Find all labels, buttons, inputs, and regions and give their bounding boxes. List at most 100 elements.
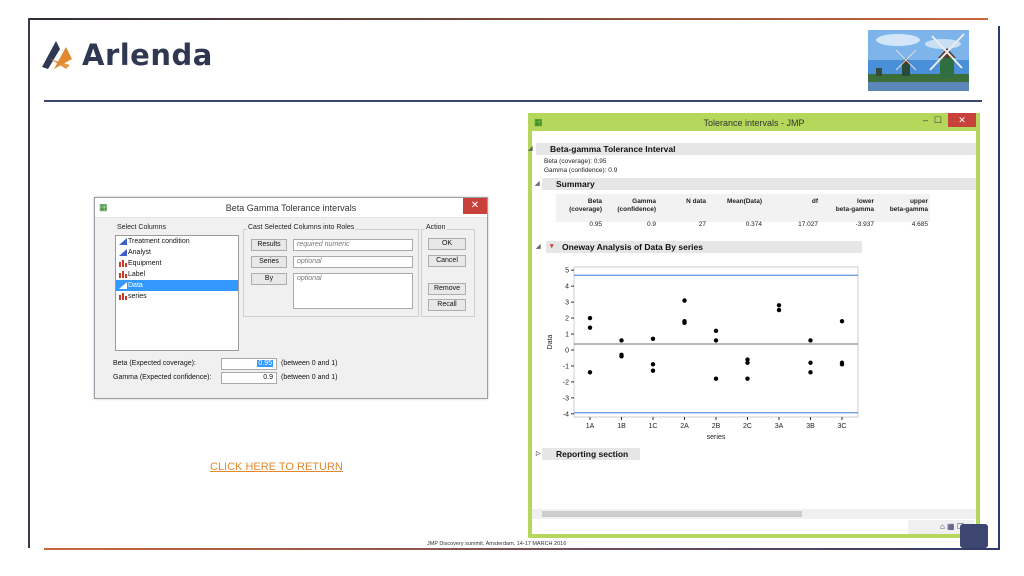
header-divider [44,100,982,102]
collapsed-disclosure-icon[interactable]: ▷ [536,448,541,460]
continuous-icon [119,282,127,289]
reporting-section-header[interactable]: ▷ Reporting section [536,448,640,460]
home-icon[interactable]: ⌂ [940,522,945,531]
dialog-body: Select Columns Treatment condition Analy… [95,218,487,398]
dialog-close-button[interactable]: ✕ [463,198,487,214]
results-role-button[interactable]: Results [251,239,287,251]
tolerance-interval-header[interactable]: ◢ Beta-gamma Tolerance Interval [528,143,976,155]
frame-bottom-line [44,548,1000,550]
y-tick-label: 1 [565,332,569,339]
data-point [745,360,750,365]
beta-coverage-text: Beta (coverage): 0.95 [544,158,607,165]
y-axis-label: Data [547,335,554,350]
x-tick-label: 1B [617,423,626,430]
ok-button[interactable]: OK [428,238,466,250]
summary-header-cell: Gamma (confidence) [617,198,656,213]
data-point [682,320,687,326]
gamma-hint: (between 0 and 1) [281,374,338,381]
data-point [713,328,719,334]
oneway-header[interactable]: ◢ ▾ Oneway Analysis of Data By series [536,241,862,253]
scrollbar-thumb[interactable] [542,511,802,517]
beta-gamma-dialog: ▦ Beta Gamma Tolerance intervals ✕ Selec… [94,197,488,399]
data-point [619,338,624,343]
return-link[interactable]: CLICK HERE TO RETURN [210,461,343,473]
recall-button[interactable]: Recall [428,299,466,311]
data-point [587,325,593,330]
dialog-title-bar[interactable]: ▦ Beta Gamma Tolerance intervals ✕ [95,198,487,218]
beta-value: 0.95 [257,360,273,367]
column-item[interactable]: Equipment [116,258,238,269]
x-tick-label: 3C [838,423,847,430]
by-role-field[interactable]: optional [293,273,413,309]
cast-roles-label: Cast Selected Columns into Roles [247,224,356,231]
summary-header-cell: Beta (coverage) [569,198,602,213]
data-point [650,362,656,367]
data-point [839,362,845,367]
y-tick-label: 0 [565,347,569,354]
column-item[interactable]: Treatment condition [116,236,238,247]
column-item[interactable]: series [116,291,238,302]
summary-header-cell: upper beta-gamma [889,198,928,213]
remove-button[interactable]: Remove [428,283,466,295]
summary-value: 0.9 [646,221,656,228]
cancel-button[interactable]: Cancel [428,255,466,267]
summary-value: 4.685 [911,221,928,228]
data-point [619,354,624,359]
by-role-button[interactable]: By [251,273,287,285]
beta-hint: (between 0 and 1) [281,360,338,367]
summary-value: -3.937 [855,221,874,228]
data-point [713,338,719,343]
column-item[interactable]: Analyst [116,247,238,258]
data-point [776,307,782,313]
y-tick-label: -3 [563,395,569,402]
y-tick-label: 5 [565,268,569,275]
beta-input[interactable]: 0.95 [221,358,277,370]
x-tick-label: 3A [775,423,784,430]
x-tick-label: 3B [806,423,815,430]
continuous-icon [119,249,127,256]
data-point [587,370,593,375]
summary-header[interactable]: ◢ Summary [535,178,976,190]
data-point [587,315,593,321]
table-icon[interactable]: ▦ [947,522,955,531]
footer-text: JMP Discovery summit, Amsterdam, 14-17 M… [427,541,567,547]
x-tick-label: 2B [712,423,721,430]
jmp-close-button[interactable]: ✕ [948,113,976,127]
summary-header-cell: df [811,198,818,205]
horizontal-scrollbar[interactable] [532,509,976,519]
maximize-button[interactable]: ☐ [934,115,942,126]
x-tick-label: 1C [649,423,658,430]
jmp-title-bar[interactable]: ▦ Tolerance intervals - JMP – ☐ ✕ [528,113,980,131]
data-point [745,376,750,381]
frame-top-line [28,18,988,20]
y-tick-label: -1 [563,363,569,370]
summary-value: 27 [698,221,706,228]
brand-name: Arlenda [82,38,213,72]
beta-label: Beta (Expected coverage): [113,360,196,367]
arlenda-logo: Arlenda [40,38,213,72]
gamma-input[interactable]: 0.9 [221,372,277,384]
column-item-selected[interactable]: Data [116,280,238,291]
disclosure-icon[interactable]: ◢ [535,178,540,190]
arlenda-logo-icon [42,41,72,69]
series-role-field[interactable]: optional [293,256,413,268]
summary-header-cell: Mean(Data) [726,198,762,205]
data-point [808,360,813,365]
slide: Arlenda ▦ Beta Gamma Tolerance intervals… [0,0,1024,576]
minimize-button[interactable]: – [923,115,928,125]
column-item[interactable]: Label [116,269,238,280]
y-tick-label: -4 [563,411,569,418]
columns-listbox[interactable]: Treatment condition Analyst Equipment La… [115,235,239,351]
data-point [713,376,719,381]
results-role-field[interactable]: required numeric [293,239,413,251]
summary-table: Beta (coverage) Gamma (confidence) N data … [556,194,930,222]
series-role-button[interactable]: Series [251,256,287,268]
disclosure-icon[interactable]: ◢ [536,241,541,253]
red-triangle-menu-icon[interactable]: ▾ [550,241,554,253]
action-label: Action [425,224,447,231]
x-tick-label: 2A [680,423,689,430]
nominal-icon [119,293,127,300]
data-point [650,336,656,342]
jmp-window-title: Tolerance intervals - JMP [703,118,805,128]
disclosure-icon[interactable]: ◢ [528,143,533,155]
